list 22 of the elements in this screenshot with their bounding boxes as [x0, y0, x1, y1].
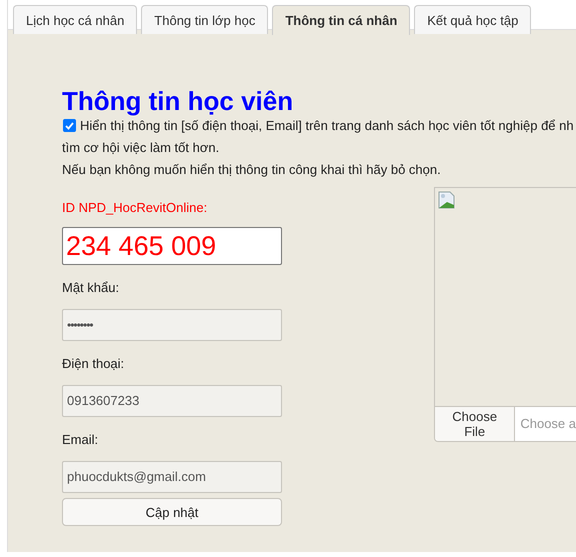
field-label: Điện thoại:: [62, 356, 126, 371]
checkbox[interactable]: [63, 119, 76, 132]
checkbox-label: Hiển thị thông tin [số điện thoại, Email] trên trang danh sách học viên tốt nghiệp để nh: [80, 118, 574, 133]
input-field[interactable]: 0913607233: [62, 385, 282, 417]
file-placeholder: Choose a: [515, 407, 576, 441]
page-title: Thông tin học viên: [62, 86, 294, 116]
update-button[interactable]: Cập nhật: [62, 498, 282, 526]
note-text: Nếu bạn không muốn hiển thị thông tin công khai thì hãy bỏ chọn.: [62, 162, 442, 177]
choose-file-button[interactable]: Choose File: [435, 407, 516, 441]
consent-text: tìm cơ hội việc làm tốt hơn.: [62, 140, 220, 155]
input-field[interactable]: phuocdukts@gmail.com: [62, 461, 282, 493]
id-field[interactable]: 234 465 009: [62, 227, 282, 265]
broken-image-icon: [438, 191, 456, 209]
tab[interactable]: Lịch học cá nhân: [13, 5, 138, 34]
tab[interactable]: Kết quả học tập: [414, 5, 532, 34]
tab[interactable]: Thông tin lớp học: [141, 5, 268, 34]
field-label: ID NPD_HocRevitOnline:: [62, 200, 208, 215]
field-label: Email:: [62, 432, 100, 447]
tab[interactable]: Thông tin cá nhân: [272, 5, 410, 35]
password-field[interactable]: ••••••••: [62, 309, 282, 341]
file-input[interactable]: Choose File Choose a: [434, 407, 576, 442]
field-label: Mật khẩu:: [62, 280, 120, 295]
